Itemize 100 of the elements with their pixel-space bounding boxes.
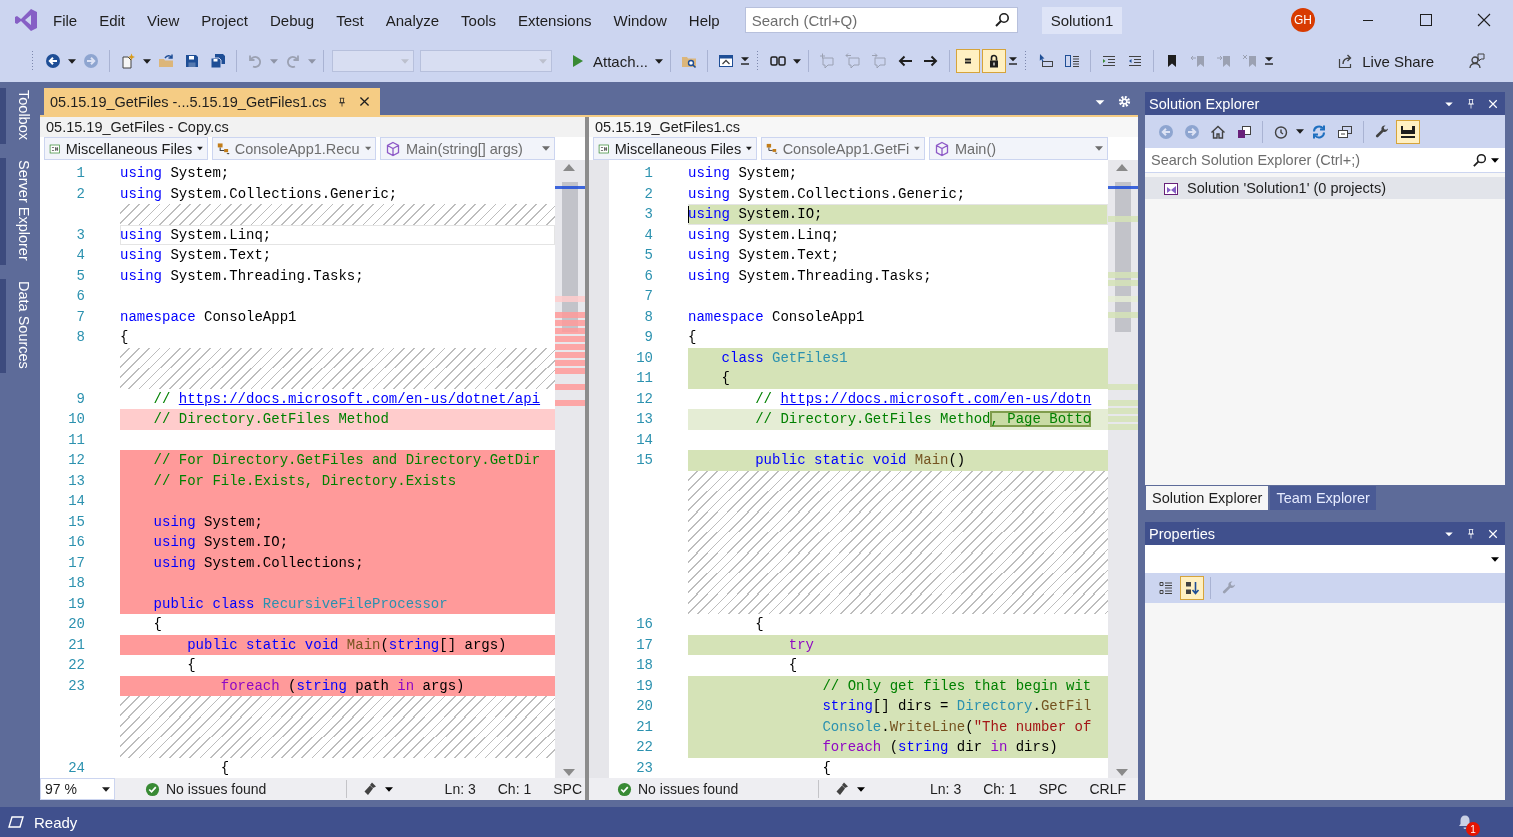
search-field[interactable]: Search (Ctrl+Q) — [744, 7, 1018, 33]
preview-button[interactable] — [1396, 119, 1420, 144]
code-link[interactable]: https://docs.microsoft.com/en-us/dotn — [780, 390, 1092, 407]
menu-item[interactable]: Help — [677, 7, 731, 33]
vertical-scrollbar[interactable] — [1108, 160, 1138, 778]
project-dropdown[interactable]: Miscellaneous Files — [44, 137, 208, 160]
caret-icon — [539, 58, 547, 64]
close-icon[interactable] — [1487, 97, 1499, 110]
code-line: using System.Linq; — [120, 224, 555, 245]
class-dropdown[interactable]: ConsoleApp1.GetFi — [761, 137, 925, 160]
line-number: 22 — [635, 738, 654, 757]
scroll-down-icon[interactable] — [563, 769, 575, 776]
browser-window-icon — [718, 53, 735, 69]
menu-item[interactable]: Debug — [258, 7, 326, 33]
change-marker — [1108, 424, 1138, 430]
caret-icon — [793, 58, 802, 64]
caret-icon — [1491, 556, 1499, 562]
scroll-up-icon[interactable] — [1116, 164, 1128, 171]
line-number: 13 — [635, 410, 654, 429]
panel-tab[interactable]: Solution Explorer — [1146, 486, 1269, 510]
live-share-button[interactable]: Live Share — [1334, 49, 1438, 73]
close-icon[interactable] — [358, 95, 372, 108]
change-marker — [555, 312, 585, 318]
wrench-icon — [1374, 123, 1390, 140]
line-indicator: Ln: 3 — [444, 781, 476, 797]
sync-arrows-icon — [1311, 123, 1327, 140]
menu-item[interactable]: View — [136, 7, 191, 33]
line-number: 23 — [635, 758, 654, 778]
redo-arrow-icon — [285, 53, 301, 69]
close-icon[interactable] — [1487, 527, 1499, 540]
menu-item[interactable]: Extensions — [507, 7, 603, 33]
search-field[interactable]: Search Solution Explorer (Ctrl+;) — [1145, 148, 1505, 173]
line-number: 1 — [643, 164, 654, 183]
code-line: { — [787, 656, 799, 675]
menu-item[interactable]: Window — [602, 7, 678, 33]
line-number: 14 — [67, 492, 86, 511]
code-line: using System.Threading.Tasks; — [688, 266, 933, 286]
member-dropdown[interactable]: Main() — [929, 137, 1108, 160]
project-dropdown[interactable]: Miscellaneous Files — [593, 137, 757, 160]
menu-item[interactable]: File — [42, 7, 89, 33]
code-line: using System.Threading.Tasks; — [120, 266, 365, 286]
lock-button[interactable] — [982, 49, 1007, 73]
member-dropdown[interactable]: Main(string[] args) — [380, 137, 555, 160]
menu-item[interactable]: Tools — [450, 7, 508, 33]
person-bubble-icon — [1469, 53, 1485, 69]
gear-icon[interactable] — [1117, 94, 1132, 109]
line-number: 10 — [67, 410, 86, 429]
code-cleanup-button[interactable] — [835, 781, 866, 797]
cursor-field-icon — [1038, 53, 1055, 69]
alphabetical-button[interactable] — [1180, 576, 1204, 600]
issues-text: No issues found — [638, 781, 739, 797]
menu-item[interactable]: Test — [325, 7, 375, 33]
code-line: { — [186, 656, 197, 675]
comment-arrow-icon — [871, 53, 888, 69]
bookmark-arrow-icon — [1190, 53, 1207, 69]
change-marker — [1108, 216, 1138, 222]
back-arrow-icon — [45, 53, 61, 69]
menu-item[interactable]: Analyze — [374, 7, 451, 33]
code-link[interactable]: https://docs.microsoft.com/en-us/dotnet/api — [178, 390, 541, 407]
account-avatar[interactable]: GH — [1291, 8, 1315, 32]
menu-item[interactable]: Project — [190, 7, 259, 33]
document-tab[interactable]: 05.15.19_GetFiles -...5.15.19_GetFiles1.cs — [44, 88, 381, 115]
code-line: { — [688, 328, 698, 347]
bookmark-arrow-icon — [1216, 53, 1233, 69]
left-arrow-icon — [897, 53, 914, 69]
caret-icon — [1491, 158, 1499, 163]
change-marker — [555, 336, 585, 342]
tree-item[interactable]: Solution 'Solution1' (0 projects) — [1145, 177, 1505, 199]
overflow-caret-icon — [1009, 57, 1018, 65]
line-number: 13 — [67, 471, 86, 491]
panel-tab[interactable]: Team Explorer — [1270, 486, 1376, 510]
code-line: using System; — [688, 164, 799, 183]
run-button[interactable]: Attach... — [565, 49, 653, 73]
class-dropdown[interactable]: ConsoleApp1.Recu — [212, 137, 376, 160]
line-number: 22 — [67, 656, 86, 675]
code-line: namespace ConsoleApp1 — [120, 307, 298, 327]
change-marker — [555, 352, 585, 358]
code-line: { — [754, 615, 765, 634]
zoom-dropdown[interactable]: 97 % — [40, 778, 115, 800]
panel-title: Solution Explorer — [1149, 95, 1261, 112]
scroll-down-icon[interactable] — [1116, 769, 1128, 776]
code-line: // https://docs.microsoft.com/en-us/dotn — [754, 389, 1093, 409]
scroll-up-icon[interactable] — [563, 164, 575, 171]
vertical-scrollbar[interactable] — [555, 160, 585, 778]
menu-item[interactable]: Edit — [88, 7, 137, 33]
line-number: 16 — [635, 615, 654, 634]
stacked-windows-icon — [1337, 123, 1353, 140]
line-number: 4 — [643, 225, 654, 245]
code-cleanup-button[interactable] — [363, 781, 394, 797]
line-number: 21 — [67, 635, 86, 655]
caret-icon — [270, 58, 278, 64]
pin-icon[interactable] — [1465, 97, 1477, 110]
caret-icon — [655, 58, 664, 64]
pin-icon[interactable] — [1465, 527, 1477, 540]
column-indicator: Ch: 1 — [497, 781, 532, 797]
toolbar-grip[interactable] — [31, 50, 35, 72]
column-indicator: Ch: 1 — [983, 781, 1017, 797]
line-number: 18 — [67, 574, 86, 593]
change-marker — [1108, 400, 1138, 406]
code-line: using System.Text; — [120, 246, 273, 265]
